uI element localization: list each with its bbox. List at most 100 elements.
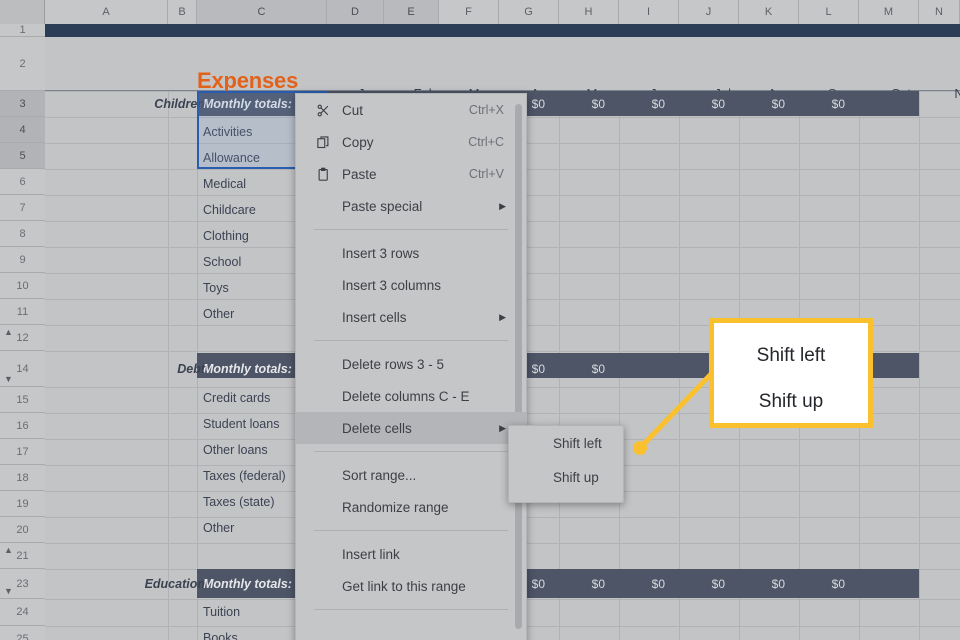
context-menu-separator [314,340,508,341]
context-menu-shortcut: Ctrl+C [468,135,504,149]
expense-item-label: Books [203,631,238,640]
expense-item-label: Credit cards [203,391,271,405]
column-header-b[interactable]: B [168,0,197,24]
context-menu-item-label: Cut [342,102,364,118]
monthly-total-value: $0 [651,577,665,591]
context-menu-item-insert-link[interactable]: Insert link [296,538,526,570]
column-header-strip[interactable]: ABCDEFGHIJKLMN [0,0,960,24]
row-group-toggle-21[interactable]: ▲ [3,545,14,556]
context-menu-item-label: Copy [342,134,374,150]
context-menu-item-delete-rows-3-5[interactable]: Delete rows 3 - 5 [296,348,526,380]
column-header-i[interactable]: I [619,0,679,24]
context-menu-item-label: Insert 3 rows [342,245,420,261]
row-header-17[interactable]: 17 [0,439,45,465]
row-header-19[interactable]: 19 [0,491,45,517]
row-header-5[interactable]: 5 [0,143,45,169]
column-header-d[interactable]: D [327,0,384,24]
context-menu-separator [314,229,508,230]
submenu-item-shift-up[interactable]: Shift up [509,460,623,494]
column-header-e[interactable]: E [384,0,439,24]
column-header-j[interactable]: J [679,0,739,24]
context-menu-separator [314,451,508,452]
chevron-right-icon: ▶ [499,422,506,433]
callout-shift-left-label: Shift left [756,345,826,366]
month-header-no: No [954,86,960,101]
context-menu-item-label: Insert 3 columns [342,277,442,293]
column-header-g[interactable]: G [499,0,559,24]
context-menu-item-insert-3-columns[interactable]: Insert 3 columns [296,269,526,301]
context-menu-item-cut[interactable]: Cut Ctrl+X [296,94,526,126]
row-header-20[interactable]: 20 [0,517,45,543]
row-group-toggle-23[interactable]: ▼ [3,586,14,597]
expense-item-label: Tuition [203,605,241,619]
delete-cells-submenu[interactable]: Shift left Shift up [508,425,624,503]
submenu-item-label: Shift left [553,435,602,451]
column-header-f[interactable]: F [439,0,499,24]
callout-shift-up-label: Shift up [758,391,824,412]
spreadsheet-app: ExpensesJanFebMarAprMayJunJulAugSepOctNo… [0,0,960,640]
row-header-7[interactable]: 7 [0,195,45,221]
row-header-9[interactable]: 9 [0,247,45,273]
expense-item-label: Taxes (federal) [203,469,286,483]
column-header-h[interactable]: H [559,0,619,24]
monthly-total-value: $0 [831,97,845,111]
column-header-k[interactable]: K [739,0,799,24]
clipboard-icon [316,167,342,182]
context-menu-item-paste[interactable]: Paste Ctrl+V [296,158,526,190]
monthly-totals-label-education: Monthly totals: [203,577,292,591]
context-menu-item-sort-range[interactable]: Sort range... [296,459,526,491]
monthly-totals-label-debt: Monthly totals: [203,362,292,376]
row-header-1[interactable]: 1 [0,24,45,37]
submenu-item-shift-left[interactable]: Shift left [509,426,623,460]
context-menu-item-label: Sort range... [342,467,417,483]
context-menu-item-paste-special[interactable]: Paste special ▶ [296,190,526,222]
monthly-total-value: $0 [651,97,665,111]
copy-icon [316,135,342,150]
monthly-total-value: $0 [591,362,605,376]
row-header-3[interactable]: 3 [0,91,45,117]
row-header-6[interactable]: 6 [0,169,45,195]
row-header-8[interactable]: 8 [0,221,45,247]
context-menu-item-copy[interactable]: Copy Ctrl+C [296,126,526,158]
row-group-toggle-14[interactable]: ▼ [3,374,14,385]
row-header-10[interactable]: 10 [0,273,45,299]
row-header-2[interactable]: 2 [0,37,45,91]
context-menu-item-label: Delete columns C - E [342,388,470,404]
context-menu-item-delete-cells[interactable]: Delete cells ▶ [296,412,526,444]
row-header-24[interactable]: 24 [0,599,45,626]
row-group-toggle-12[interactable]: ▲ [3,327,14,338]
row-header-4[interactable]: 4 [0,117,45,143]
category-label-debt: Debt [177,362,205,376]
context-menu-shortcut: Ctrl+X [468,103,504,117]
row-header-11[interactable]: 11 [0,299,45,325]
context-menu-separator [314,609,508,610]
context-menu[interactable]: Cut Ctrl+X Copy Ctrl+C Paste Ctrl+V Paste spec… [295,93,527,640]
row-header-16[interactable]: 16 [0,413,45,439]
expense-item-label: Other [203,307,235,321]
expense-item-label: Student loans [203,417,280,431]
monthly-total-value: $0 [831,577,845,591]
title-row-band [45,37,960,91]
context-menu-item-get-link-to-this-range[interactable]: Get link to this range [296,570,526,602]
row-header-18[interactable]: 18 [0,465,45,491]
select-all-corner[interactable] [0,0,45,24]
context-menu-item-delete-columns-c-e[interactable]: Delete columns C - E [296,380,526,412]
row-header-25[interactable]: 25 [0,626,45,640]
column-header-l[interactable]: L [799,0,859,24]
expense-item-label: Other [203,521,235,535]
monthly-total-value: $0 [711,577,725,591]
row-header-strip[interactable]: 1 2 3 4 5 6 7 8 9 10 11 12 ▲ 14 ▼ 15 16 17 18 19 20 21 ▲ 23 ▼ 24 2… [0,24,45,640]
column-header-m[interactable]: M [859,0,919,24]
context-menu-item-label: Insert link [342,546,400,562]
column-header-c[interactable]: C [197,0,327,24]
context-menu-item-randomize-range[interactable]: Randomize range [296,491,526,523]
context-menu-shortcut: Ctrl+V [468,167,504,181]
zoom-callout: Shift left Shift up [709,318,873,428]
context-menu-item-insert-cells[interactable]: Insert cells ▶ [296,301,526,333]
context-menu-item-label: Delete rows 3 - 5 [342,356,445,372]
column-header-a[interactable]: A [45,0,168,24]
column-header-n[interactable]: N [919,0,960,24]
expense-item-label: Medical [203,177,247,191]
context-menu-item-insert-3-rows[interactable]: Insert 3 rows [296,237,526,269]
row-header-15[interactable]: 15 [0,387,45,413]
